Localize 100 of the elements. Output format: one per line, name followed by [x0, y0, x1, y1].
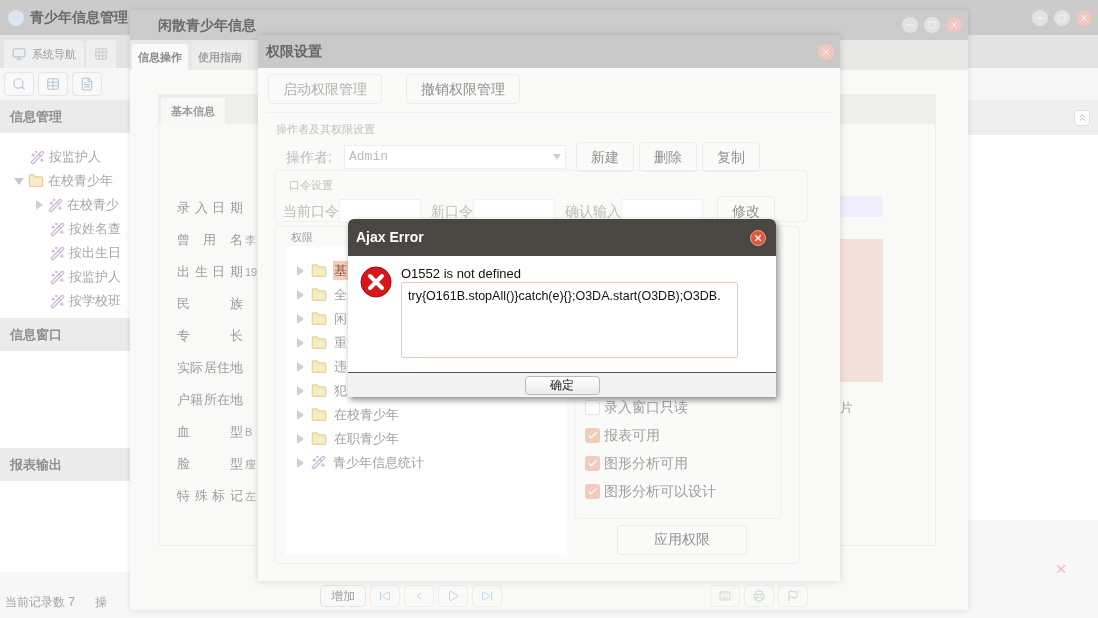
- printer-icon: [753, 590, 765, 602]
- status-text: 当前记录数 7: [5, 594, 75, 611]
- minimize-button[interactable]: [902, 17, 918, 33]
- field-label: 民 族: [177, 295, 243, 314]
- tree-item[interactable]: 按学校班: [69, 291, 121, 311]
- apply-button[interactable]: 应用权限: [617, 524, 747, 555]
- caret-icon[interactable]: [295, 361, 305, 372]
- toolbar-button[interactable]: [710, 585, 740, 607]
- wand-icon: [50, 245, 65, 261]
- status-text: 操: [95, 594, 107, 611]
- operator-select[interactable]: Admin: [344, 145, 566, 169]
- group-title: 权限: [290, 230, 313, 245]
- nav-button[interactable]: [438, 585, 468, 607]
- check-icon: [587, 430, 598, 441]
- photo-caption: 片: [840, 399, 854, 417]
- nav-button[interactable]: [370, 585, 400, 607]
- checkbox[interactable]: [585, 484, 600, 499]
- action-button[interactable]: 新建: [576, 142, 634, 172]
- tree-item[interactable]: 全: [333, 284, 348, 305]
- toolbar-button[interactable]: [38, 72, 68, 96]
- app-logo-icon: [8, 9, 24, 26]
- ok-button[interactable]: 确定: [524, 375, 600, 395]
- maximize-button[interactable]: [924, 17, 940, 33]
- tab[interactable]: 信息操作: [132, 44, 188, 70]
- tree-item[interactable]: 基: [333, 260, 348, 281]
- collapse-button[interactable]: [1074, 109, 1090, 126]
- search-icon: [12, 77, 26, 91]
- nav-button[interactable]: [472, 585, 502, 607]
- error-detail-field: try{O161B.stopAll()}catch(e){};O3DA.start(O3DB);O3DB.: [401, 282, 738, 358]
- flag-icon: [787, 590, 799, 602]
- tab[interactable]: 基本信息: [161, 98, 225, 124]
- action-button[interactable]: 复制: [702, 142, 760, 172]
- window-title: 闲散青少年信息: [158, 15, 256, 35]
- wand-icon: [50, 221, 65, 237]
- minimize-button[interactable]: [1032, 9, 1048, 26]
- caret-icon[interactable]: [295, 433, 305, 444]
- tree-item[interactable]: 青少年信息统计: [332, 452, 425, 473]
- tab[interactable]: [86, 40, 116, 68]
- caret-icon[interactable]: [295, 313, 305, 324]
- wand-icon: [48, 197, 63, 213]
- checkbox[interactable]: [585, 428, 600, 443]
- tree-item[interactable]: 违: [333, 356, 348, 377]
- close-button[interactable]: [750, 229, 766, 246]
- tree-item[interactable]: 闲: [333, 308, 348, 329]
- folder-icon: [311, 382, 327, 399]
- field-label: 录入日期: [177, 199, 243, 218]
- caret-icon[interactable]: [295, 337, 305, 348]
- keyboard-icon: [719, 590, 731, 602]
- toolbar-button[interactable]: [778, 585, 808, 607]
- close-icon: [753, 232, 763, 243]
- option-label: 图形分析可用: [604, 454, 688, 473]
- document-icon: [80, 77, 94, 91]
- wand-icon: [50, 269, 65, 285]
- caret-icon[interactable]: [14, 176, 24, 186]
- checkbox[interactable]: [585, 456, 600, 471]
- folder-icon: [311, 262, 327, 279]
- action-button[interactable]: 删除: [639, 142, 697, 172]
- toolbar-button[interactable]: [744, 585, 774, 607]
- caret-icon[interactable]: [295, 265, 305, 276]
- caret-icon[interactable]: [295, 409, 305, 420]
- tab[interactable]: 系统导航: [4, 40, 84, 68]
- toolbar-button[interactable]: [72, 72, 102, 96]
- dropdown-icon[interactable]: [553, 154, 561, 160]
- nav-button[interactable]: [404, 585, 434, 607]
- caret-icon[interactable]: [295, 289, 305, 300]
- tree-item[interactable]: 按监护人: [49, 147, 101, 167]
- caret-icon[interactable]: [295, 457, 305, 468]
- toolbar-button[interactable]: [4, 72, 34, 96]
- close-icon: [821, 46, 831, 57]
- dialog-title: Ajax Error: [356, 228, 424, 247]
- panel-header[interactable]: 报表输出: [0, 448, 130, 481]
- window-title: 青少年信息管理: [30, 8, 128, 27]
- option-label: 录入窗口只读: [604, 398, 688, 417]
- caret-icon[interactable]: [34, 200, 44, 210]
- field-value: 19: [245, 264, 258, 280]
- tree-item[interactable]: 在校青少年: [48, 171, 113, 191]
- window-title: 权限设置: [266, 42, 322, 61]
- delete-icon[interactable]: [1054, 562, 1068, 576]
- tree-item[interactable]: 在校青少年: [333, 404, 400, 425]
- checkbox[interactable]: [585, 400, 600, 415]
- action-button[interactable]: 撤销权限管理: [406, 74, 520, 104]
- tree-item[interactable]: 犯: [333, 380, 348, 401]
- tree-item[interactable]: 按出生日: [69, 243, 121, 263]
- first-icon: [379, 590, 391, 602]
- panel-header[interactable]: 信息窗口: [0, 318, 130, 351]
- add-button[interactable]: 增加: [320, 585, 366, 607]
- tree-item[interactable]: 在校青少: [67, 195, 119, 215]
- field-value: 左: [245, 488, 256, 504]
- tree-item[interactable]: 按姓名查: [69, 219, 121, 239]
- tree-item[interactable]: 在职青少年: [333, 428, 400, 449]
- check-icon: [587, 458, 598, 469]
- tree-item[interactable]: 按监护人: [69, 267, 121, 287]
- caret-icon[interactable]: [295, 385, 305, 396]
- maximize-button[interactable]: [1054, 9, 1070, 26]
- wand-icon: [50, 293, 65, 309]
- tab[interactable]: 使用指南: [192, 44, 248, 70]
- panel-header[interactable]: 信息管理: [0, 100, 130, 133]
- maximize-icon: [1058, 13, 1066, 22]
- field-label: 特殊标记: [177, 487, 243, 506]
- tree-item[interactable]: 重: [333, 332, 348, 353]
